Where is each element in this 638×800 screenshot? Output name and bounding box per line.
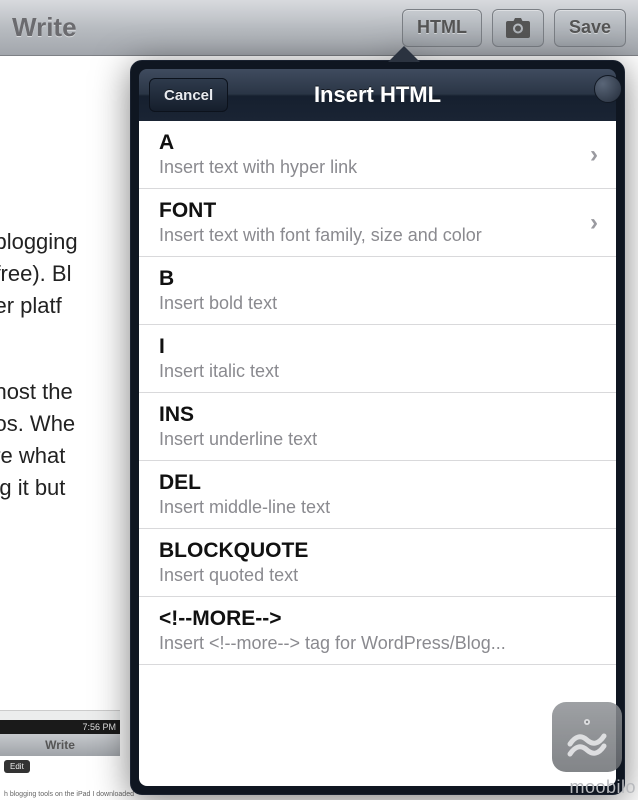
- main-toolbar: Write HTML Save: [0, 0, 638, 56]
- list-item[interactable]: INSInsert underline text: [139, 393, 616, 461]
- list-item[interactable]: BInsert bold text: [139, 257, 616, 325]
- list-item-title: I: [159, 335, 598, 359]
- thumbnail-body: Edit h blogging tools on the iPad I down…: [0, 756, 120, 800]
- app-badge: [552, 702, 622, 772]
- save-button[interactable]: Save: [554, 9, 626, 47]
- watermark-text: moobilo: [569, 777, 636, 798]
- list-item[interactable]: BLOCKQUOTEInsert quoted text: [139, 529, 616, 597]
- thumbnail-toolbar: Write: [0, 734, 120, 756]
- list-item[interactable]: AInsert text with hyper link›: [139, 121, 616, 189]
- thumbnail-edit-badge: Edit: [4, 760, 30, 773]
- list-item-subtitle: Insert underline text: [159, 429, 598, 450]
- list-item-title: <!--MORE-->: [159, 607, 598, 631]
- list-item-text: DELInsert middle-line text: [159, 471, 598, 518]
- list-item[interactable]: <!--MORE-->Insert <!--more--> tag for Wo…: [139, 597, 616, 665]
- list-item-title: B: [159, 267, 598, 291]
- thumbnail-caption: h blogging tools on the iPad I downloade…: [4, 791, 134, 798]
- html-button[interactable]: HTML: [402, 9, 482, 47]
- list-item-text: AInsert text with hyper link: [159, 131, 580, 178]
- list-item-text: IInsert italic text: [159, 335, 598, 382]
- popover-navbar: Cancel Insert HTML: [139, 69, 616, 121]
- list-item-text: BLOCKQUOTEInsert quoted text: [159, 539, 598, 586]
- list-item[interactable]: FONTInsert text with font family, size a…: [139, 189, 616, 257]
- list-item-title: INS: [159, 403, 598, 427]
- html-tag-list[interactable]: AInsert text with hyper link›FONTInsert …: [139, 121, 616, 786]
- app-badge-icon: [564, 714, 610, 760]
- list-item-subtitle: Insert text with hyper link: [159, 157, 580, 178]
- popover-arrow: [388, 46, 420, 62]
- screenshot-thumbnail: 7:56 PM Write Edit h blogging tools on t…: [0, 720, 120, 800]
- camera-button[interactable]: [492, 9, 544, 47]
- camera-icon: [506, 18, 530, 38]
- thumbnail-time: 7:56 PM: [82, 722, 116, 732]
- list-item-subtitle: Insert bold text: [159, 293, 598, 314]
- popover-corner-handle[interactable]: [594, 75, 622, 103]
- chevron-right-icon: ›: [580, 141, 598, 169]
- list-item-subtitle: Insert quoted text: [159, 565, 598, 586]
- list-item-title: BLOCKQUOTE: [159, 539, 598, 563]
- chevron-right-icon: ›: [580, 209, 598, 237]
- doc-fragment-2: to host the deos. Whe sure what ning it …: [0, 376, 150, 504]
- list-item-subtitle: Insert middle-line text: [159, 497, 598, 518]
- list-item-text: FONTInsert text with font family, size a…: [159, 199, 580, 246]
- thumbnail-statusbar: 7:56 PM: [0, 720, 120, 734]
- list-item[interactable]: DELInsert middle-line text: [139, 461, 616, 529]
- list-item-text: <!--MORE-->Insert <!--more--> tag for Wo…: [159, 607, 598, 654]
- list-item-title: DEL: [159, 471, 598, 495]
- insert-html-popover: Cancel Insert HTML AInsert text with hyp…: [130, 60, 625, 795]
- cancel-button[interactable]: Cancel: [149, 78, 228, 112]
- list-item-text: INSInsert underline text: [159, 403, 598, 450]
- list-item-subtitle: Insert text with font family, size and c…: [159, 225, 580, 246]
- list-item[interactable]: IInsert italic text: [139, 325, 616, 393]
- list-item-subtitle: Insert italic text: [159, 361, 598, 382]
- list-item-subtitle: Insert <!--more--> tag for WordPress/Blo…: [159, 633, 598, 654]
- popover-inner: Cancel Insert HTML AInsert text with hyp…: [130, 60, 625, 795]
- page-title: Write: [12, 12, 392, 43]
- doc-fragment-1: th blogging s (free). Bl gger platf: [0, 226, 150, 322]
- list-item-title: FONT: [159, 199, 580, 223]
- list-item-text: BInsert bold text: [159, 267, 598, 314]
- list-item-title: A: [159, 131, 580, 155]
